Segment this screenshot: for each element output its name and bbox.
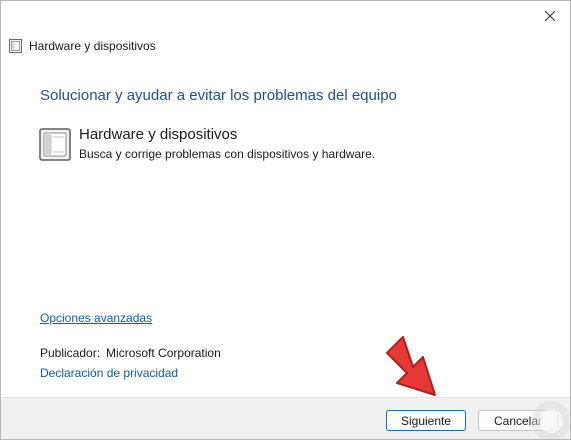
- header: Hardware y dispositivos: [9, 38, 156, 54]
- pointer-arrow-annotation: [386, 336, 436, 396]
- advanced-options-link[interactable]: Opciones avanzadas: [40, 311, 152, 325]
- cancel-button[interactable]: Cancelar: [478, 410, 558, 431]
- troubleshooter-window: Hardware y dispositivos Solucionar y ayu…: [0, 0, 571, 440]
- task-description: Busca y corrige problemas con dispositiv…: [79, 147, 376, 161]
- page-title: Solucionar y ayudar a evitar los problem…: [40, 87, 397, 104]
- privacy-statement-link[interactable]: Declaración de privacidad: [40, 366, 178, 380]
- title-bar: [1, 1, 570, 31]
- hardware-device-icon: [9, 39, 22, 53]
- troubleshooter-task[interactable]: Hardware y dispositivos Busca y corrige …: [39, 125, 459, 165]
- hardware-device-icon: [39, 128, 71, 161]
- task-title: Hardware y dispositivos: [79, 126, 238, 143]
- publisher-label: Publicador:: [40, 346, 101, 360]
- close-icon: [544, 10, 556, 22]
- publisher-info: Publicador: Microsoft Corporation: [40, 346, 221, 360]
- next-button[interactable]: Siguiente: [386, 410, 466, 431]
- close-button[interactable]: [530, 1, 570, 31]
- publisher-value: Microsoft Corporation: [106, 346, 221, 360]
- footer-bar: Siguiente Cancelar: [1, 397, 570, 439]
- header-title: Hardware y dispositivos: [29, 39, 156, 53]
